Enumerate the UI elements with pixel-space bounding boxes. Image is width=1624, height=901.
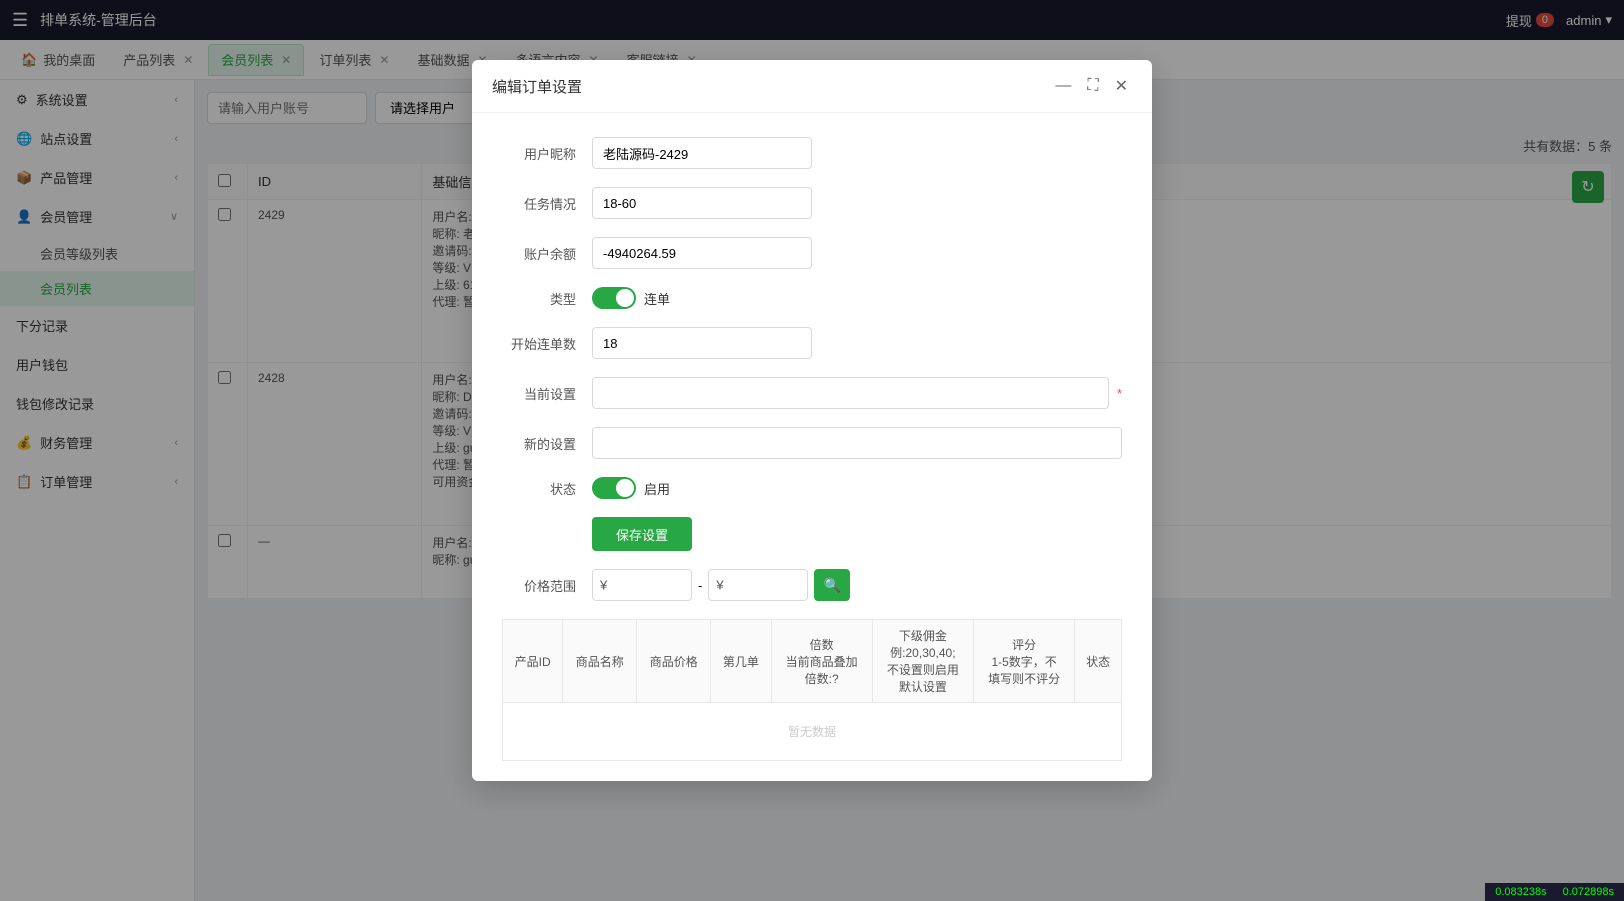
form-row-balance: 账户余额	[502, 237, 1122, 269]
col-product-name: 商品名称	[563, 620, 637, 703]
form-row-task: 任务情况	[502, 187, 1122, 219]
minimize-button[interactable]: —	[1051, 74, 1075, 98]
current-setting-input[interactable]	[592, 377, 1109, 409]
col-product-price: 商品价格	[637, 620, 711, 703]
form-row-save: 保存设置	[502, 517, 1122, 551]
status-toggle-label: 启用	[644, 479, 670, 498]
performance-bar: 0.083238s 0.072898s	[1485, 883, 1624, 901]
col-order-num: 第几单	[711, 620, 771, 703]
form-row-status: 状态 启用	[502, 477, 1122, 499]
col-status: 状态	[1075, 620, 1122, 703]
close-button[interactable]: ✕	[1111, 74, 1132, 98]
modal-controls: — ⛶ ✕	[1051, 74, 1132, 98]
type-toggle[interactable]	[592, 287, 636, 309]
username-input[interactable]	[592, 137, 812, 169]
currency-symbol-max: ¥	[716, 578, 723, 593]
modal-overlay: 编辑订单设置 — ⛶ ✕ 用户昵称 任务情况 账户余额	[0, 0, 1624, 901]
range-separator: -	[698, 578, 702, 593]
username-label: 用户昵称	[502, 144, 592, 163]
form-row-price-range: 价格范围 ¥ - ¥ 🔍	[502, 569, 1122, 601]
form-row-start-order: 开始连单数	[502, 327, 1122, 359]
modal-header: 编辑订单设置 — ⛶ ✕	[472, 60, 1152, 113]
price-search-button[interactable]: 🔍	[814, 569, 850, 601]
perf-value1: 0.083238s	[1495, 886, 1546, 898]
edit-order-settings-modal: 编辑订单设置 — ⛶ ✕ 用户昵称 任务情况 账户余额	[472, 60, 1152, 781]
maximize-button[interactable]: ⛶	[1083, 74, 1102, 98]
col-multiplier: 倍数 当前商品叠加 倍数:?	[771, 620, 872, 703]
col-product-id: 产品ID	[503, 620, 563, 703]
current-setting-label: 当前设置	[502, 384, 592, 403]
form-row-current-setting: 当前设置 *	[502, 377, 1122, 409]
type-label: 类型	[502, 289, 592, 308]
new-setting-label: 新的设置	[502, 434, 592, 453]
required-indicator: *	[1117, 386, 1122, 401]
status-label: 状态	[502, 479, 592, 498]
product-table: 产品ID 商品名称 商品价格 第几单 倍数 当前商品叠加 倍数:? 下级佣金 例…	[502, 619, 1122, 761]
start-order-input[interactable]	[592, 327, 812, 359]
price-range-label: 价格范围	[502, 576, 592, 595]
col-rating: 评分 1-5数字，不 填写则不评分	[974, 620, 1075, 703]
currency-symbol-min: ¥	[600, 578, 607, 593]
status-toggle[interactable]	[592, 477, 636, 499]
task-label: 任务情况	[502, 194, 592, 213]
modal-body: 用户昵称 任务情况 账户余额 类型 连单	[472, 113, 1152, 781]
form-row-new-setting: 新的设置	[502, 427, 1122, 459]
start-order-label: 开始连单数	[502, 334, 592, 353]
balance-input[interactable]	[592, 237, 812, 269]
product-table-empty-row: 暂无数据	[503, 703, 1122, 761]
balance-label: 账户余额	[502, 244, 592, 263]
form-row-type: 类型 连单	[502, 287, 1122, 309]
perf-value2: 0.072898s	[1563, 886, 1614, 898]
new-setting-input[interactable]	[592, 427, 1122, 459]
col-sub-commission: 下级佣金 例:20,30,40; 不设置则启用 默认设置	[872, 620, 973, 703]
form-row-username: 用户昵称	[502, 137, 1122, 169]
task-input[interactable]	[592, 187, 812, 219]
modal-title: 编辑订单设置	[492, 76, 582, 97]
type-toggle-label: 连单	[644, 289, 670, 308]
save-settings-button[interactable]: 保存设置	[592, 517, 692, 551]
